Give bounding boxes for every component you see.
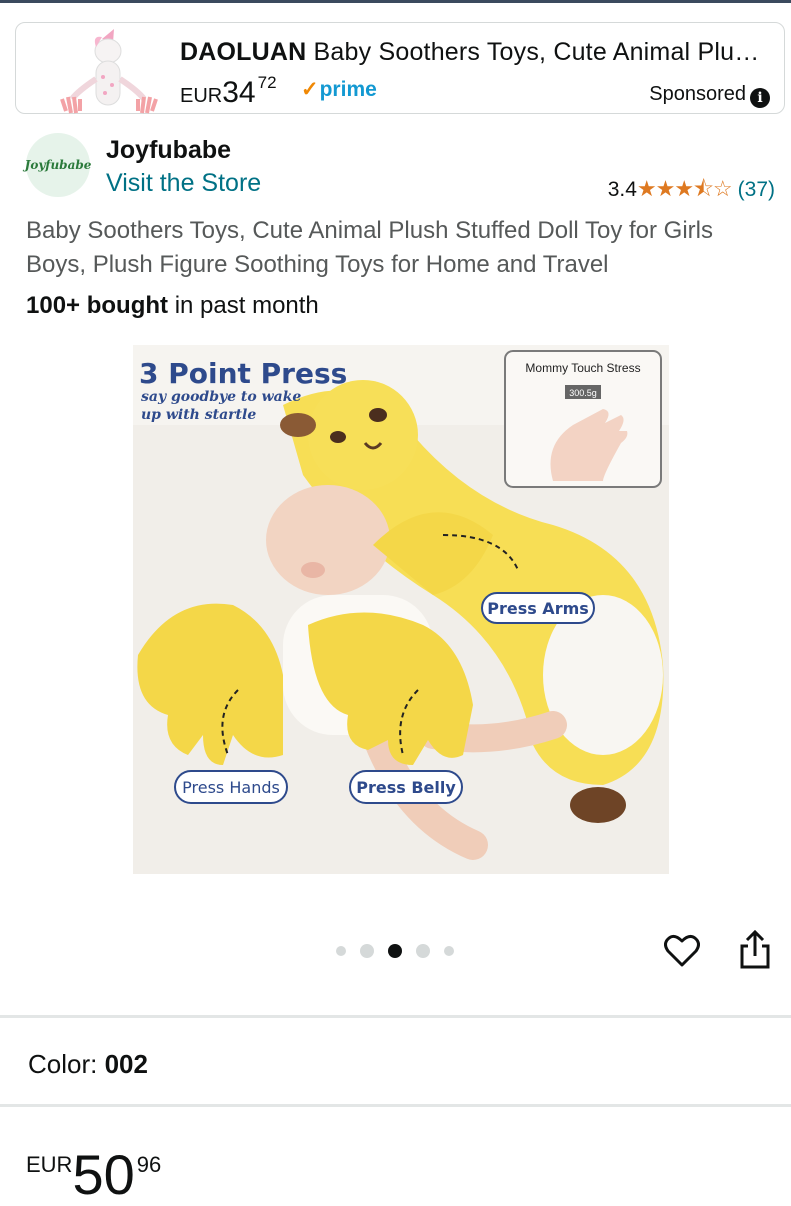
product-title: Baby Soothers Toys, Cute Animal Plush St… — [26, 217, 713, 278]
label-press-belly: Press Belly — [356, 778, 456, 797]
inset-scale: 300.5g — [569, 388, 597, 398]
carousel-dot[interactable] — [444, 946, 454, 956]
prime-badge: ✓prime — [301, 78, 377, 101]
rating-value: 3.4 — [607, 178, 637, 201]
store-logo[interactable]: Joyfubabe — [25, 133, 91, 197]
section-divider — [0, 1015, 791, 1018]
carousel-dot[interactable] — [360, 944, 374, 958]
color-selector[interactable]: Color: 002 — [28, 1049, 148, 1080]
heart-icon[interactable] — [664, 934, 700, 968]
share-icon[interactable] — [738, 930, 772, 970]
ad-price: EUR34 72 — [180, 73, 277, 109]
info-icon[interactable]: i — [750, 88, 770, 108]
carousel-dot-active[interactable] — [388, 944, 402, 958]
sponsored-label[interactable]: Sponsored i — [649, 83, 770, 108]
rating-summary[interactable]: 3.4★★★⯪☆ (37) — [608, 172, 775, 210]
image-subline-2: up with startle — [141, 407, 256, 423]
carousel-dot[interactable] — [336, 946, 346, 956]
ad-product-thumbnail — [60, 29, 158, 114]
label-press-arms: Press Arms — [487, 599, 589, 618]
inset-title: Mommy Touch Stress — [525, 361, 640, 375]
prime-check-icon: ✓ — [301, 78, 319, 101]
image-headline: 3 Point Press — [139, 357, 347, 390]
top-border — [0, 0, 791, 3]
purchase-count: 100+ bought in past month — [26, 292, 319, 319]
product-image[interactable]: 3 Point Press say goodbye to wake up wit… — [133, 345, 669, 874]
product-price: EUR5096 — [26, 1143, 162, 1206]
section-divider — [0, 1104, 791, 1107]
store-name: Joyfubabe — [106, 136, 232, 164]
sponsored-ad-card[interactable]: DAOLUAN Baby Soothers Toys, Cute Animal … — [15, 22, 785, 114]
ad-title[interactable]: DAOLUAN Baby Soothers Toys, Cute Animal … — [180, 38, 770, 67]
image-carousel-dots[interactable] — [336, 944, 454, 958]
image-subline-1: say goodbye to wake — [141, 389, 301, 405]
label-press-hands: Press Hands — [182, 778, 280, 797]
star-rating-icon: ★★★⯪☆ — [636, 176, 733, 201]
review-count-link[interactable]: (37) — [738, 178, 775, 201]
visit-store-link[interactable]: Visit the Store — [106, 169, 261, 198]
carousel-dot[interactable] — [416, 944, 430, 958]
